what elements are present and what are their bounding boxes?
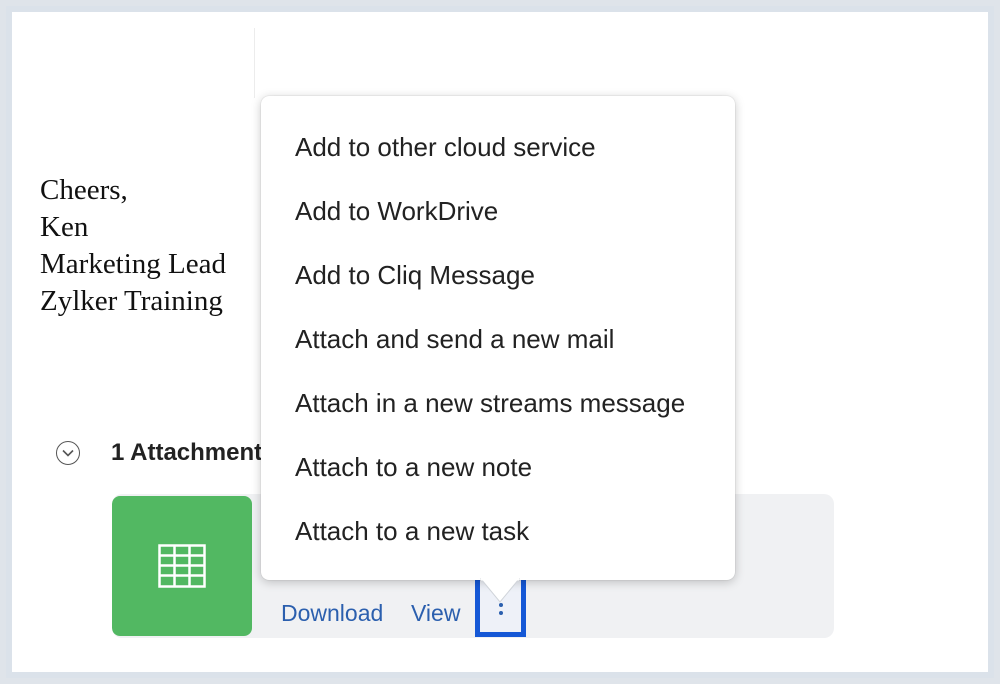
collapse-toggle[interactable] bbox=[56, 441, 80, 465]
email-signature: Cheers, Ken Marketing Lead Zylker Traini… bbox=[40, 172, 226, 320]
menu-item-attach-task[interactable]: Attach to a new task bbox=[261, 499, 735, 563]
signature-line: Zylker Training bbox=[40, 285, 223, 317]
view-link[interactable]: View bbox=[411, 600, 460, 627]
menu-item-attach-streams[interactable]: Attach in a new streams message bbox=[261, 371, 735, 435]
menu-item-add-cloud[interactable]: Add to other cloud service bbox=[261, 115, 735, 179]
file-thumbnail[interactable] bbox=[112, 496, 252, 636]
menu-item-attach-mail[interactable]: Attach and send a new mail bbox=[261, 307, 735, 371]
attachment-context-menu: Add to other cloud service Add to WorkDr… bbox=[261, 96, 735, 580]
menu-item-add-workdrive[interactable]: Add to WorkDrive bbox=[261, 179, 735, 243]
attachment-count: 1 Attachment bbox=[111, 439, 263, 466]
chevron-down-icon bbox=[62, 449, 74, 457]
divider bbox=[254, 28, 255, 98]
signature-line: Ken bbox=[40, 211, 89, 243]
download-link[interactable]: Download bbox=[281, 600, 383, 627]
attachments-header: 1 Attachment bbox=[56, 438, 262, 468]
menu-item-attach-note[interactable]: Attach to a new note bbox=[261, 435, 735, 499]
menu-pointer bbox=[480, 578, 520, 603]
signature-line: Cheers, bbox=[40, 174, 128, 206]
spreadsheet-grid-icon bbox=[158, 544, 206, 588]
signature-line: Marketing Lead bbox=[40, 248, 227, 280]
menu-item-add-cliq[interactable]: Add to Cliq Message bbox=[261, 243, 735, 307]
